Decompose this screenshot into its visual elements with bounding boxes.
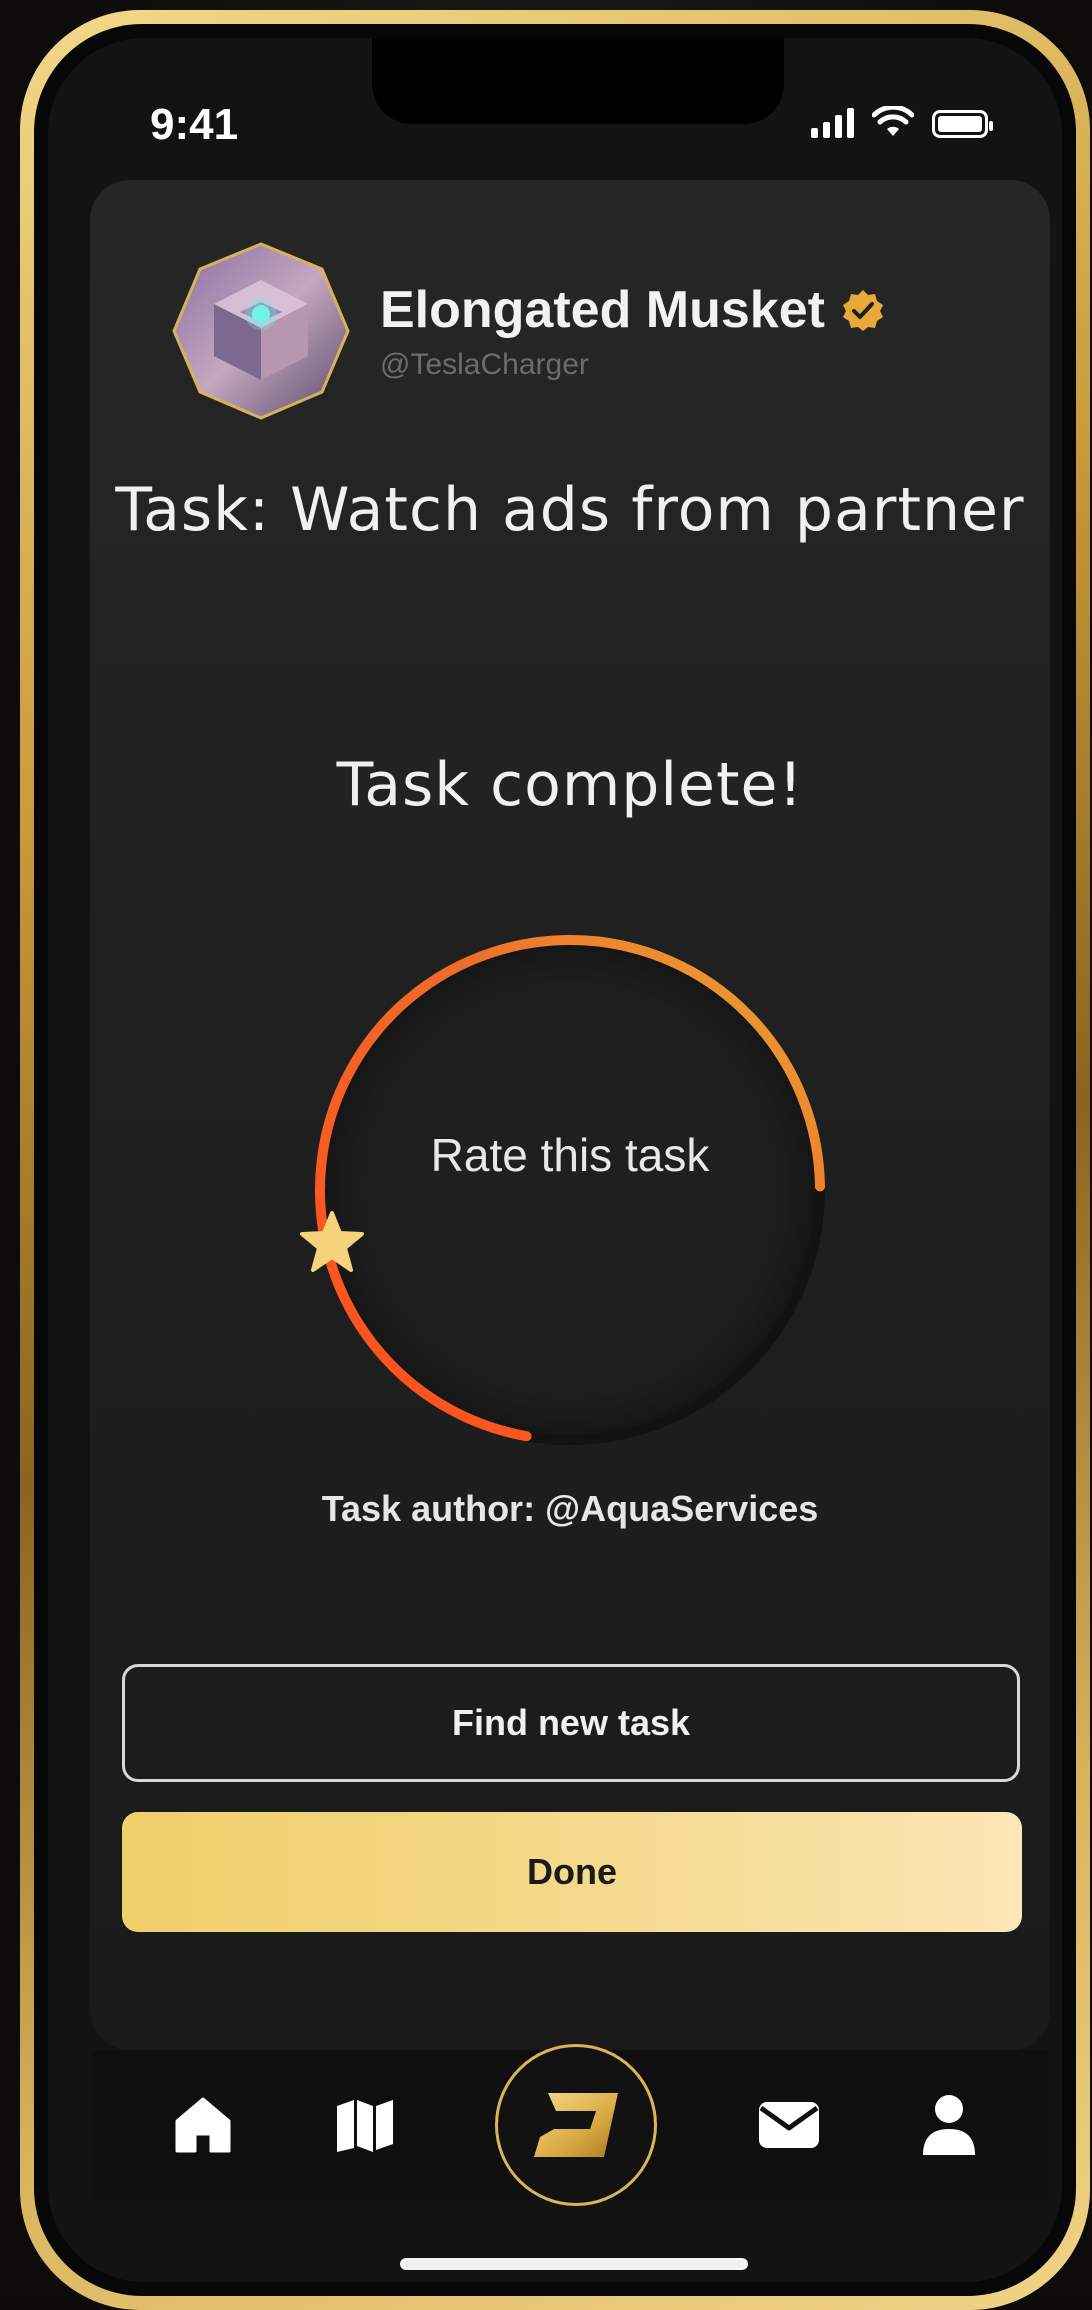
nav-home-logo[interactable] — [495, 2044, 657, 2206]
task-title: Task: Watch ads from partner — [115, 475, 1025, 545]
profile-header[interactable]: Elongated Musket @TeslaCharger — [170, 240, 885, 422]
cellular-signal-icon — [811, 106, 854, 138]
home-icon — [175, 2097, 231, 2153]
status-time: 9:41 — [150, 100, 239, 149]
status-icons — [811, 106, 993, 138]
task-author: Task author: @AquaServices — [321, 1488, 819, 1529]
bottom-nav — [92, 2044, 1048, 2206]
verified-badge-icon — [842, 290, 883, 331]
star-5-half-icon[interactable] — [300, 1210, 364, 1274]
task-status: Task complete! — [336, 750, 804, 820]
battery-icon — [932, 110, 993, 138]
profile-handle: @TeslaCharger — [380, 348, 589, 381]
done-button[interactable]: Done — [122, 1812, 1022, 1932]
task-card: Elongated Musket @TeslaCharger Task: Wat… — [90, 180, 1050, 2050]
rating-ring: Rate this task — [300, 920, 840, 1460]
profile-name: Elongated Musket — [380, 281, 825, 339]
nav-home[interactable] — [172, 2094, 234, 2156]
notch — [372, 38, 784, 124]
background: 9:41 Elongated Musket @TeslaCharger Task… — [0, 0, 1092, 2310]
app-logo-icon — [534, 2093, 618, 2157]
nav-profile[interactable] — [920, 2093, 978, 2157]
mail-icon — [758, 2102, 819, 2148]
rate-task-label: Rate this task — [430, 1129, 710, 1181]
nav-map[interactable] — [334, 2094, 396, 2156]
find-new-task-button[interactable]: Find new task — [122, 1664, 1020, 1782]
home-indicator — [400, 2258, 748, 2270]
phone-frame: 9:41 Elongated Musket @TeslaCharger Task… — [20, 10, 1090, 2310]
profile-icon — [923, 2095, 975, 2155]
screen: 9:41 Elongated Musket @TeslaCharger Task… — [48, 38, 1062, 2282]
wifi-icon — [872, 106, 914, 136]
nav-messages[interactable] — [757, 2098, 821, 2152]
avatar — [172, 242, 350, 420]
map-icon — [336, 2100, 393, 2152]
